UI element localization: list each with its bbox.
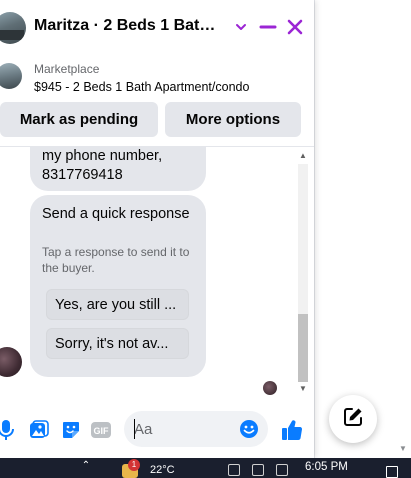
show-hidden-icons-chevron-icon[interactable]: ⌃ bbox=[80, 460, 92, 474]
taskbar: ⌃ 1 22°C 6:05 PM bbox=[0, 458, 411, 478]
message-input-box[interactable] bbox=[124, 411, 268, 447]
sticker-icon[interactable] bbox=[60, 419, 82, 441]
message-input[interactable] bbox=[134, 419, 234, 439]
microphone-icon[interactable] bbox=[0, 419, 17, 441]
weather-badge: 1 bbox=[128, 459, 140, 471]
sender-avatar bbox=[0, 347, 22, 377]
quick-response-title: Send a quick response bbox=[42, 206, 190, 222]
chat-title[interactable]: Maritza · 2 Beds 1 Bath Ap... bbox=[34, 17, 224, 35]
divider bbox=[314, 0, 315, 458]
page-scroll-down-arrow[interactable]: ▼ bbox=[398, 444, 408, 454]
tray-icon[interactable] bbox=[228, 464, 240, 476]
more-options-button[interactable]: More options bbox=[165, 102, 301, 137]
listing-info[interactable]: Marketplace $945 - 2 Beds 1 Bath Apartme… bbox=[0, 56, 314, 102]
scroll-thumb[interactable] bbox=[298, 314, 308, 382]
quick-response-option[interactable]: Sorry, it's not av... bbox=[46, 328, 189, 359]
chat-window: Maritza · 2 Beds 1 Bath Ap... Marketplac… bbox=[0, 0, 314, 458]
quick-response-card: Send a quick response Tap a response to … bbox=[30, 195, 206, 377]
listing-source: Marketplace bbox=[34, 62, 100, 76]
scroll-down-arrow[interactable]: ▼ bbox=[297, 383, 309, 395]
chat-header: Maritza · 2 Beds 1 Bath Ap... bbox=[0, 0, 314, 56]
network-icon[interactable] bbox=[252, 464, 264, 476]
close-icon[interactable] bbox=[284, 16, 306, 38]
emoji-icon[interactable] bbox=[239, 419, 259, 439]
scroll-up-arrow[interactable]: ▲ bbox=[297, 150, 309, 162]
new-message-button[interactable] bbox=[329, 395, 377, 443]
svg-text:GIF: GIF bbox=[94, 426, 110, 436]
compose-icon bbox=[342, 406, 364, 433]
chevron-down-icon[interactable] bbox=[230, 16, 252, 38]
seen-indicator-avatar bbox=[263, 381, 277, 395]
message-bubble: my phone number, 8317769418 bbox=[30, 147, 206, 191]
quick-response-option[interactable]: Yes, are you still ... bbox=[46, 289, 189, 320]
contact-avatar[interactable] bbox=[0, 12, 26, 44]
thumbs-up-icon[interactable] bbox=[280, 418, 304, 442]
clock[interactable]: 6:05 PM bbox=[305, 461, 348, 473]
listing-title: $945 - 2 Beds 1 Bath Apartment/condo bbox=[34, 80, 250, 94]
volume-icon[interactable] bbox=[276, 464, 288, 476]
message-composer: GIF bbox=[0, 402, 314, 458]
thread-scrollbar[interactable]: ▲ ▼ bbox=[297, 150, 309, 396]
listing-thumbnail bbox=[0, 63, 22, 89]
quick-response-hint: Tap a response to send it to the buyer. bbox=[42, 245, 190, 275]
minimize-icon[interactable] bbox=[257, 16, 279, 38]
text-caret bbox=[134, 419, 135, 439]
notification-icon[interactable] bbox=[386, 466, 398, 478]
message-thread: my phone number, 8317769418 Send a quick… bbox=[0, 146, 314, 398]
gif-icon[interactable]: GIF bbox=[90, 419, 112, 441]
weather-temperature[interactable]: 22°C bbox=[150, 464, 175, 476]
mark-as-pending-button[interactable]: Mark as pending bbox=[0, 102, 158, 137]
photo-icon[interactable] bbox=[28, 419, 50, 441]
